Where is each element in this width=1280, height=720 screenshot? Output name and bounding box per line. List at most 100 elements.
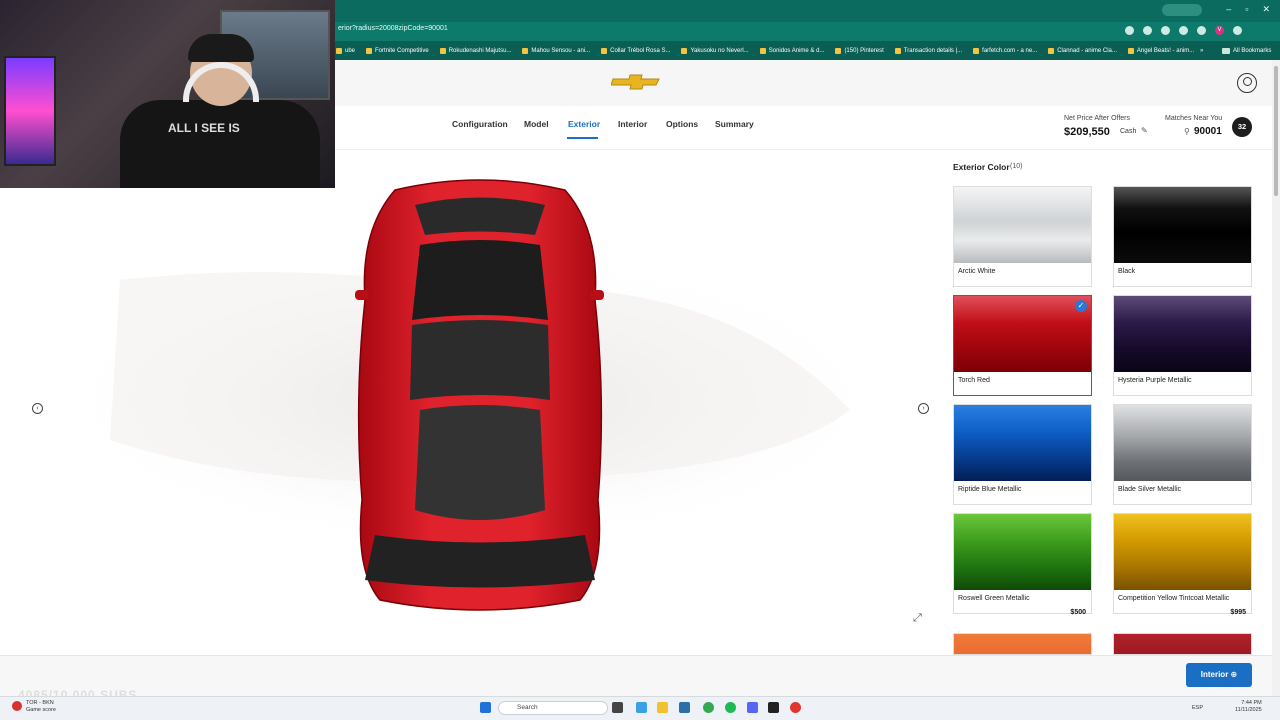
scrollbar-thumb[interactable] — [1274, 66, 1278, 196]
swatch-price: $500 — [1070, 609, 1086, 616]
color-swatch[interactable]: Competition Yellow Tintcoat Metallic $995 — [1113, 513, 1252, 616]
bookmark-item[interactable]: Rokudenashi Majutsu... — [439, 47, 511, 54]
bookmark-favicon-icon — [366, 47, 373, 54]
bookmark-item[interactable]: Clannad - anime Cla... — [1048, 47, 1117, 54]
minimize-icon[interactable]: – — [1226, 4, 1231, 15]
exterior-color-count: (10) — [1010, 163, 1023, 170]
profile-avatar-icon[interactable]: V — [1215, 26, 1224, 35]
bookmark-label: Mahou Sensou - ani... — [531, 47, 591, 54]
car-render — [50, 179, 890, 611]
windows-start-icon[interactable] — [480, 702, 491, 713]
task-view-icon[interactable] — [612, 702, 623, 713]
all-bookmarks[interactable]: All Bookmarks — [1222, 47, 1272, 54]
tab-summary[interactable]: Summary — [715, 119, 754, 129]
bookmark-favicon-icon — [973, 47, 980, 54]
selected-check-icon: ✓ — [1075, 300, 1087, 312]
engine-cover — [415, 405, 545, 520]
url-text[interactable]: erior?radius=20008zipCode=90001 — [338, 25, 448, 32]
color-swatch[interactable]: Roswell Green Metallic $500 — [953, 513, 1092, 616]
account-icon[interactable] — [1237, 73, 1257, 93]
exterior-color-title: Exterior Color — [953, 162, 1010, 172]
swatch-chip — [954, 405, 1091, 481]
bookmark-label: Yakusoku no Neverl... — [690, 47, 749, 54]
puzzle-icon[interactable] — [1179, 26, 1188, 35]
webcam-overlay: ALL I SEE IS — [0, 0, 335, 188]
bookmark-item[interactable]: Collar Trébol Rosa S... — [601, 47, 670, 54]
bookmarks-overflow[interactable]: » — [1200, 48, 1203, 54]
store-icon[interactable] — [679, 702, 690, 713]
swatch-chip — [1114, 187, 1251, 263]
discord-icon[interactable] — [747, 702, 758, 713]
tab-options[interactable]: Options — [666, 119, 698, 129]
right-mirror — [590, 290, 604, 300]
color-swatch-partial[interactable] — [953, 633, 1092, 655]
location-pin-icon: ⚲ — [1184, 127, 1190, 136]
obs-icon[interactable] — [790, 702, 801, 713]
tab-exterior[interactable]: Exterior — [568, 119, 600, 129]
bookmark-item[interactable]: Yakusoku no Neverl... — [681, 47, 749, 54]
swatch-name: Competition Yellow Tintcoat Metallic — [1118, 595, 1230, 602]
bookmark-item[interactable]: ube — [336, 47, 356, 54]
bookmark-label: (150) Pinterest — [844, 47, 884, 54]
tab-configuration[interactable]: Configuration — [452, 119, 508, 129]
extension-icon[interactable] — [1161, 26, 1170, 35]
bookmark-label: ube — [345, 47, 356, 54]
price-label: Net Price After Offers — [1064, 115, 1131, 122]
sports-widget-icon[interactable] — [12, 701, 22, 711]
chrome-icon[interactable] — [703, 702, 714, 713]
swatch-name: Torch Red — [958, 377, 990, 384]
browser-profile-pill[interactable] — [1162, 4, 1202, 16]
bookmark-label: Angel Beats! - anim... — [1136, 47, 1195, 54]
bookmark-item[interactable]: Transaction details |... — [894, 47, 962, 54]
window-controls: – ▫ ✕ — [1226, 4, 1270, 15]
audio-app-icon[interactable] — [768, 702, 779, 713]
color-swatch[interactable]: Hysteria Purple Metallic — [1113, 295, 1252, 396]
pencil-icon[interactable]: ✎ — [1141, 126, 1148, 135]
zip-code[interactable]: 90001 — [1194, 126, 1222, 137]
tab-model[interactable]: Model — [524, 119, 549, 129]
color-swatch[interactable]: Black — [1113, 186, 1252, 287]
color-swatch-partial[interactable] — [1113, 633, 1252, 655]
streamer-shirt — [120, 100, 320, 188]
chevrolet-bowtie-logo[interactable] — [611, 74, 661, 90]
extension-icon[interactable] — [1143, 26, 1152, 35]
spotify-icon[interactable] — [725, 702, 736, 713]
input-language[interactable]: ESP — [1192, 705, 1203, 711]
bookmark-item[interactable]: Sonidos Anime & d... — [759, 47, 824, 54]
bookmark-item[interactable]: Angel Beats! - anim... — [1127, 47, 1195, 54]
widget-line2: Game score — [26, 707, 56, 713]
next-view-arrow[interactable]: › — [918, 403, 929, 414]
restore-icon[interactable]: ▫ — [1245, 4, 1248, 15]
star-icon[interactable] — [1125, 26, 1134, 35]
front-intake — [415, 197, 545, 235]
close-icon[interactable]: ✕ — [1262, 4, 1270, 15]
expand-icon[interactable]: ⤢ — [913, 612, 922, 625]
taskbar-search[interactable]: Search — [498, 701, 608, 715]
tab-interior[interactable]: Interior — [618, 119, 647, 129]
color-swatch[interactable]: Torch Red ✓ — [953, 295, 1092, 396]
sidepanel-icon[interactable] — [1197, 26, 1206, 35]
previous-view-arrow[interactable]: ‹ — [32, 403, 43, 414]
swatch-chip — [954, 296, 1091, 372]
copilot-icon[interactable] — [636, 702, 647, 713]
swatch-name: Black — [1118, 268, 1136, 275]
swatch-name: Blade Silver Metallic — [1118, 486, 1182, 493]
color-swatch[interactable]: Riptide Blue Metallic — [953, 404, 1092, 505]
vehicle-viewer[interactable]: ‹ › — [0, 150, 940, 655]
color-swatch[interactable]: Blade Silver Metallic — [1113, 404, 1252, 505]
matches-count-badge[interactable]: 32 — [1232, 117, 1252, 137]
swatch-chip — [954, 187, 1091, 263]
next-step-interior-button[interactable]: Interior ⊕ — [1186, 663, 1252, 687]
bookmark-item[interactable]: Mahou Sensou - ani... — [522, 47, 591, 54]
menu-icon[interactable] — [1233, 26, 1242, 35]
sports-widget[interactable]: TOR - BKN Game score — [26, 700, 56, 714]
bookmark-item[interactable]: Fortnite Competitive — [366, 47, 429, 54]
bookmark-item[interactable]: farfetch.com - a ne... — [973, 47, 1037, 54]
file-explorer-icon[interactable] — [657, 702, 668, 713]
color-swatch[interactable]: Arctic White — [953, 186, 1092, 287]
swatch-chip — [1114, 405, 1251, 481]
bookmark-favicon-icon — [1127, 47, 1134, 54]
system-clock[interactable]: 7:44 PM 11/11/2025 — [1235, 700, 1262, 714]
all-bookmarks-label: All Bookmarks — [1233, 47, 1272, 54]
bookmark-item[interactable]: (150) Pinterest — [835, 47, 884, 54]
